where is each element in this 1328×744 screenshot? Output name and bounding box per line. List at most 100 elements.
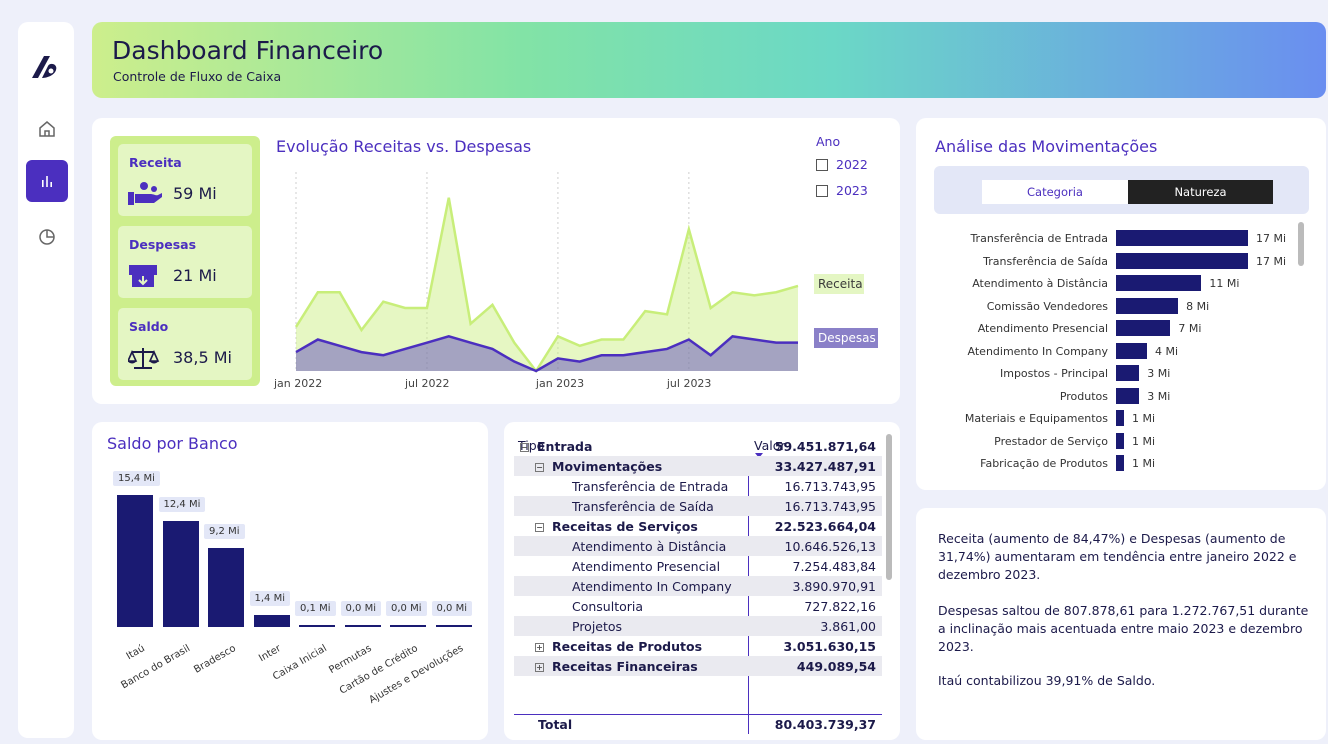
sidebar <box>18 22 74 738</box>
evolution-area-chart: jan 2022 jul 2022 jan 2023 jul 2023 Receita D… <box>273 172 878 390</box>
table-scrollbar[interactable] <box>886 434 892 580</box>
tab-categoria[interactable]: Categoria <box>982 180 1128 204</box>
nav-home[interactable] <box>26 108 68 150</box>
tab-natureza[interactable]: Natureza <box>1128 180 1273 204</box>
kpi-saldo: Saldo 38,5 Mi <box>118 308 252 380</box>
bank-bar[interactable] <box>435 625 472 627</box>
bar-value-label: 7 Mi <box>1178 322 1202 335</box>
movement-bar[interactable] <box>1116 342 1148 359</box>
movement-bar[interactable] <box>1116 230 1248 246</box>
page-title: Dashboard Financeiro <box>112 36 384 65</box>
bar-value-label: 1 Mi <box>1132 412 1156 425</box>
header-banner: Dashboard Financeiro Controle de Fluxo d… <box>92 22 1326 98</box>
receita-series-label: Receita <box>814 274 864 294</box>
bank-value-label: 15,4 Mi <box>113 471 160 486</box>
table-row[interactable]: − Receitas de Serviços 22.523.664,04 <box>514 516 882 536</box>
movement-bar[interactable] <box>1116 365 1140 381</box>
movement-bar[interactable] <box>1116 455 1124 471</box>
movement-bar[interactable] <box>1116 252 1248 269</box>
bar-value-label: 17 Mi <box>1256 254 1287 268</box>
table-total-value: 80.403.739,37 <box>774 717 876 732</box>
table-row[interactable]: − Movimentações 33.427.487,91 <box>514 456 882 476</box>
table-cell-tipo: Atendimento In Company <box>572 579 732 594</box>
table-row[interactable]: Transferência de Entrada 16.713.743,95 <box>514 476 882 496</box>
bar-category-label: Atendimento In Company <box>967 344 1108 358</box>
bar-category-label: Transferência de Entrada <box>970 232 1108 245</box>
table-cell-valor: 20.951.842,97 <box>775 679 876 680</box>
money-hand-icon <box>128 182 162 205</box>
movement-bar[interactable] <box>1116 275 1202 291</box>
bank-category-label: Bradesco <box>191 643 238 676</box>
table-cell-tipo: + Receitas de Produtos <box>535 639 702 654</box>
table-row[interactable]: Transferência de Saída 16.713.743,95 <box>514 496 882 516</box>
table-cell-tipo: Transferência de Entrada <box>572 479 728 494</box>
movement-bar[interactable] <box>1116 387 1140 404</box>
kpi-label: Despesas <box>129 237 197 252</box>
bank-bar[interactable] <box>299 625 335 627</box>
bar-category-label: Atendimento à Distância <box>972 277 1108 290</box>
table-cell-valor: 16.713.743,95 <box>784 499 876 514</box>
narrative-text-1: Receita (aumento de 84,47%) e Despesas (… <box>938 531 1297 582</box>
table-row[interactable]: Atendimento à Distância 10.646.526,13 <box>514 536 882 556</box>
table-total-label: Total <box>538 717 573 732</box>
bar-category-label: Transferência de Saída <box>983 254 1108 268</box>
table-row[interactable]: − Entrada 59.451.871,64 <box>514 436 882 456</box>
kpi-label: Receita <box>129 155 182 170</box>
banks-title: Saldo por Banco <box>107 434 238 453</box>
table-cell-text: Entrada <box>537 439 593 454</box>
movement-bar[interactable] <box>1116 297 1179 314</box>
evolution-title: Evolução Receitas vs. Despesas <box>276 137 532 156</box>
bar-value-label: 8 Mi <box>1186 299 1210 313</box>
movement-bar[interactable] <box>1116 320 1171 336</box>
kpi-value: 38,5 Mi <box>173 348 232 367</box>
table-cell-text: Receitas de Serviços <box>552 519 698 534</box>
table-row[interactable]: + Receitas Financeiras 449.089,54 <box>514 656 882 676</box>
narrative-text-2: Despesas saltou de 807.878,61 para 1.272… <box>938 603 1309 654</box>
bank-value-label: 0,0 Mi <box>386 601 427 616</box>
table-cell-tipo: − Receitas de Serviços <box>535 519 698 534</box>
table-row[interactable]: Atendimento Presencial 7.254.483,84 <box>514 556 882 576</box>
table-row[interactable]: −Saída 20.951.842,97 <box>514 676 882 680</box>
table-cell-valor: 3.861,00 <box>820 619 876 634</box>
nav-bar-chart[interactable] <box>26 160 68 202</box>
bank-bar[interactable] <box>253 615 290 627</box>
collapse-icon[interactable]: − <box>520 443 529 452</box>
table-cell-valor: 16.713.743,95 <box>784 479 876 494</box>
movements-scrollbar[interactable] <box>1298 222 1304 266</box>
table-cell-valor: 10.646.526,13 <box>784 539 876 554</box>
matrix-table: − Entrada 59.451.871,64− Movimentações 33.42… <box>514 436 882 680</box>
balance-scale-icon <box>128 348 160 369</box>
bar-category-label: Fabricação de Produtos <box>980 457 1108 470</box>
table-cell-text: Receitas de Produtos <box>552 639 703 654</box>
bank-bar[interactable] <box>344 625 381 627</box>
table-row[interactable]: Projetos 3.861,00 <box>514 616 882 636</box>
table-row[interactable]: + Receitas de Produtos 3.051.630,15 <box>514 636 882 656</box>
movement-bar[interactable] <box>1116 410 1124 426</box>
banks-bar-chart: 15,4 Mi Itaú 12,4 Mi Banco do Brasil 9,2 Mi B… <box>100 460 480 735</box>
bank-category-label: Itaú <box>124 643 147 663</box>
bar-value-label: 3 Mi <box>1147 367 1171 380</box>
table-cell-text: Atendimento In Company <box>572 579 732 594</box>
collapse-icon[interactable]: − <box>535 463 544 472</box>
bank-bar[interactable] <box>208 548 244 627</box>
bank-value-label: 0,1 Mi <box>295 601 336 616</box>
expand-icon[interactable]: + <box>535 643 544 652</box>
bank-bar[interactable] <box>117 495 153 627</box>
expand-icon[interactable]: + <box>535 663 544 672</box>
narrative-text-3: Itaú contabilizou 39,91% de Saldo. <box>938 673 1156 688</box>
collapse-icon[interactable]: − <box>535 523 544 532</box>
bar-value-label: 3 Mi <box>1147 389 1171 403</box>
table-row[interactable]: Consultoria 727.822,16 <box>514 596 882 616</box>
movements-bar-chart: Transferência de Entrada 17 Mi Transferênc… <box>940 228 1300 478</box>
table-cell-tipo: Consultoria <box>572 599 643 614</box>
bank-bar[interactable] <box>390 625 426 627</box>
table-cell-tipo: Transferência de Saída <box>572 499 714 514</box>
table-row[interactable]: Atendimento In Company 3.890.970,91 <box>514 576 882 596</box>
movement-bar[interactable] <box>1116 432 1124 449</box>
bar-value-label: 11 Mi <box>1209 277 1240 290</box>
table-cell-tipo: + Receitas Financeiras <box>535 659 698 674</box>
bank-bar[interactable] <box>162 520 199 627</box>
nav-pie-chart[interactable] <box>26 216 68 258</box>
bank-value-label: 1,4 Mi <box>249 591 290 606</box>
table-cell-tipo: − Movimentações <box>535 459 662 474</box>
